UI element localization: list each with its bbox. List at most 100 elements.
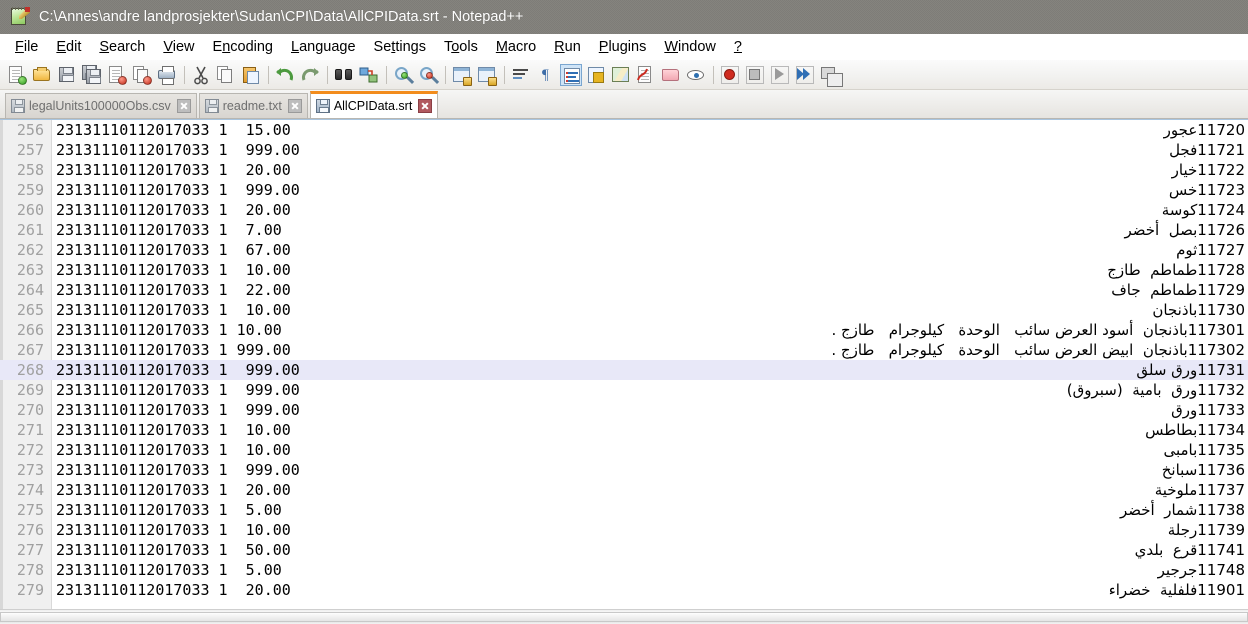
editor-line[interactable]: 259 23131110112017033 1 999.00 11723خس — [0, 180, 1248, 200]
line-arabic-text: 11730باذنجان — [1152, 301, 1245, 319]
editor-line[interactable]: 271 23131110112017033 1 10.00 11734بطاطس — [0, 420, 1248, 440]
menu-item-window[interactable]: Window — [655, 37, 725, 57]
editor-line[interactable]: 258 23131110112017033 1 20.00 11722خيار — [0, 160, 1248, 180]
paste-icon[interactable] — [240, 64, 262, 86]
open-file-icon[interactable] — [31, 64, 53, 86]
editor-line[interactable]: 262 23131110112017033 1 67.00 11727ثوم — [0, 240, 1248, 260]
editor-line[interactable]: 257 23131110112017033 1 999.00 11721فجل — [0, 140, 1248, 160]
show-all-characters-icon[interactable]: ¶ — [535, 64, 557, 86]
menu-item-plugins[interactable]: Plugins — [590, 37, 656, 57]
user-defined-language-icon[interactable] — [585, 64, 607, 86]
menu-item-macro[interactable]: Macro — [487, 37, 545, 57]
editor-line[interactable]: 275 23131110112017033 1 5.00 11738شمار أخض… — [0, 500, 1248, 520]
editor-line[interactable]: 269 23131110112017033 1 999.00 11732ورق با… — [0, 380, 1248, 400]
line-code-text: 23131110112017033 1 22.00 — [56, 281, 291, 299]
tab-allcpidata-srt[interactable]: AllCPIData.srt — [309, 91, 439, 118]
editor-line[interactable]: 264 23131110112017033 1 22.00 11729طماطم ج… — [0, 280, 1248, 300]
editor-line[interactable]: 277 23131110112017033 1 50.00 11741قرع بلد… — [0, 540, 1248, 560]
line-number: 257 — [16, 141, 44, 159]
zoom-in-icon[interactable] — [392, 64, 415, 86]
function-list-icon[interactable] — [635, 64, 657, 86]
close-file-icon[interactable] — [106, 64, 128, 86]
title-bar: C:\Annes\andre landprosjekter\Sudan\CPI\… — [0, 0, 1248, 34]
editor-line[interactable]: 267 23131110112017033 1 999.00 117302باذنج… — [0, 340, 1248, 360]
line-arabic-text: 11726بصل أخضر — [1124, 221, 1245, 239]
menu-item-view[interactable]: View — [154, 37, 203, 57]
editor-line[interactable]: 276 23131110112017033 1 10.00 11739رجلة — [0, 520, 1248, 540]
play-macro-icon[interactable] — [769, 64, 791, 86]
menu-item-tools[interactable]: Tools — [435, 37, 487, 57]
editor-line[interactable]: 261 23131110112017033 1 7.00 11726بصل أخضر — [0, 220, 1248, 240]
editor-line[interactable]: 279 23131110112017033 1 20.00 11901فلفلية … — [0, 580, 1248, 600]
replace-icon[interactable] — [358, 64, 380, 86]
line-number: 263 — [16, 261, 44, 279]
run-macro-multiple-icon[interactable] — [794, 64, 816, 86]
editor-line[interactable]: 266 23131110112017033 1 10.00 117301باذنجا… — [0, 320, 1248, 340]
record-macro-icon[interactable] — [719, 64, 741, 86]
line-arabic-text: 11901فلفلية خضراء — [1108, 581, 1245, 599]
editor-line[interactable]: 270 23131110112017033 1 999.00 11733ورق — [0, 400, 1248, 420]
notepad-plus-plus-icon — [10, 7, 30, 27]
scrollbar-thumb[interactable] — [0, 612, 1248, 622]
window-title: C:\Annes\andre landprosjekter\Sudan\CPI\… — [39, 9, 524, 25]
editor-line[interactable]: 263 23131110112017033 1 10.00 11728طماطم ط… — [0, 260, 1248, 280]
tab-close-icon[interactable] — [287, 99, 302, 113]
menu-item-search[interactable]: Search — [90, 37, 154, 57]
menu-item-file[interactable]: File — [6, 37, 47, 57]
line-number: 266 — [16, 321, 44, 339]
sync-vertical-scroll-icon[interactable] — [451, 64, 473, 86]
menu-item-edit[interactable]: Edit — [47, 37, 90, 57]
tab-close-icon[interactable] — [418, 99, 433, 113]
line-number: 262 — [16, 241, 44, 259]
horizontal-scrollbar[interactable] — [0, 609, 1248, 624]
line-number: 260 — [16, 201, 44, 219]
scrollbar-track[interactable] — [0, 611, 1248, 623]
line-arabic-text: 11737ملوخية — [1154, 481, 1245, 499]
editor-line[interactable]: 256 23131110112017033 1 15.00 11720عجور — [0, 120, 1248, 140]
tab-readme-txt[interactable]: readme.txt — [198, 93, 308, 118]
saved-file-icon — [315, 99, 330, 113]
editor-line[interactable]: 274 23131110112017033 1 20.00 11737ملوخية — [0, 480, 1248, 500]
editor-area[interactable]: 256 23131110112017033 1 15.00 11720عجور 257… — [0, 119, 1248, 609]
zoom-out-icon[interactable] — [417, 64, 440, 86]
sync-horizontal-scroll-icon[interactable] — [476, 64, 498, 86]
tab-legalunits100000obs-csv[interactable]: legalUnits100000Obs.csv — [5, 93, 197, 118]
line-arabic-text: 11728طماطم طازج — [1107, 261, 1245, 279]
menu-item-run[interactable]: Run — [545, 37, 590, 57]
copy-icon[interactable] — [215, 64, 237, 86]
document-map-icon[interactable] — [610, 64, 632, 86]
redo-icon[interactable] — [299, 64, 321, 86]
line-number: 277 — [16, 541, 44, 559]
text-lines[interactable]: 256 23131110112017033 1 15.00 11720عجور 257… — [0, 120, 1248, 600]
line-code-text: 23131110112017033 1 20.00 — [56, 201, 291, 219]
word-wrap-icon[interactable] — [510, 64, 532, 86]
editor-line[interactable]: 260 23131110112017033 1 20.00 11724كوسة — [0, 200, 1248, 220]
save-all-icon[interactable] — [81, 64, 103, 86]
close-all-icon[interactable] — [131, 64, 153, 86]
menu-item-encoding[interactable]: Encoding — [204, 37, 282, 57]
editor-line[interactable]: 265 23131110112017033 1 10.00 11730باذنجان — [0, 300, 1248, 320]
line-number: 272 — [16, 441, 44, 459]
cut-icon[interactable] — [190, 64, 212, 86]
menu-item-settings[interactable]: Settings — [365, 37, 435, 57]
line-arabic-text: 11738شمار أخضر — [1119, 501, 1245, 519]
tab-close-icon[interactable] — [176, 99, 191, 113]
editor-line[interactable]: 268 23131110112017033 1 999.00 11731ورق سل… — [0, 360, 1248, 380]
show-indent-guide-icon[interactable] — [560, 63, 582, 86]
editor-line[interactable]: 278 23131110112017033 1 5.00 11748جرجير — [0, 560, 1248, 580]
menu-item-[interactable]: ? — [725, 37, 751, 57]
stop-recording-icon[interactable] — [744, 64, 766, 86]
editor-line[interactable]: 272 23131110112017033 1 10.00 11735بامبى — [0, 440, 1248, 460]
monitoring-icon[interactable] — [685, 64, 707, 86]
line-arabic-text: 11735بامبى — [1163, 441, 1245, 459]
find-icon[interactable] — [333, 64, 355, 86]
save-icon[interactable] — [56, 64, 78, 86]
save-macro-icon[interactable] — [819, 64, 843, 87]
menu-item-language[interactable]: Language — [282, 37, 365, 57]
print-icon[interactable] — [156, 64, 178, 86]
undo-icon[interactable] — [274, 64, 296, 86]
new-file-icon[interactable] — [6, 64, 28, 86]
editor-line[interactable]: 273 23131110112017033 1 999.00 11736سبانخ — [0, 460, 1248, 480]
toolbar-separator — [268, 65, 269, 84]
folder-as-workspace-icon[interactable] — [660, 64, 682, 86]
